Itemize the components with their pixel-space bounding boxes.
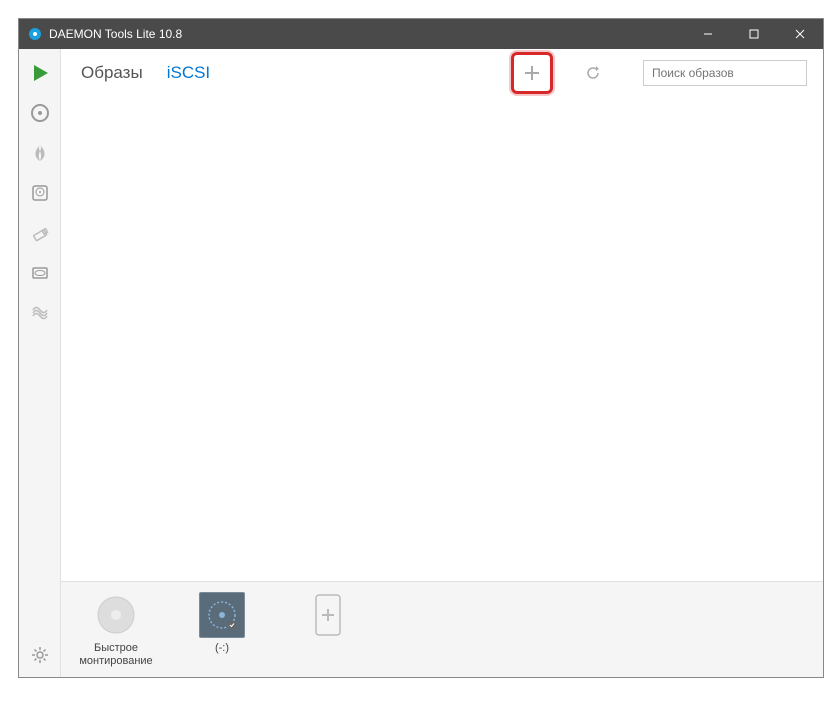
- quick-mount-icon: [93, 592, 139, 638]
- refresh-icon: [585, 65, 601, 81]
- titlebar: DAEMON Tools Lite 10.8: [19, 19, 823, 49]
- sidebar-settings-button[interactable]: [22, 637, 58, 673]
- image-list-area: [61, 97, 823, 581]
- tab-images[interactable]: Образы: [81, 63, 143, 83]
- sidebar-drive-button[interactable]: [22, 255, 58, 291]
- add-device[interactable]: [289, 592, 367, 642]
- add-device-icon: [305, 592, 351, 638]
- sidebar-play-button[interactable]: [22, 55, 58, 91]
- main-area: Образы iSCSI Быс: [61, 49, 823, 677]
- body: Образы iSCSI Быс: [19, 49, 823, 677]
- toolbar: Образы iSCSI: [61, 49, 823, 97]
- plus-icon: [523, 64, 541, 82]
- window-title: DAEMON Tools Lite 10.8: [49, 27, 685, 41]
- maximize-button[interactable]: [731, 19, 777, 49]
- sidebar-hdd-button[interactable]: [22, 175, 58, 211]
- devices-panel: Быстрое монтирование (-:): [61, 581, 823, 677]
- search-input[interactable]: [643, 60, 807, 86]
- app-icon: [27, 26, 43, 42]
- sidebar-disc-button[interactable]: [22, 95, 58, 131]
- app-window: DAEMON Tools Lite 10.8: [18, 18, 824, 678]
- add-image-button[interactable]: [516, 57, 548, 89]
- virtual-drive-label: (-:): [215, 642, 229, 655]
- sidebar: [19, 49, 61, 677]
- sidebar-usb-button[interactable]: [22, 215, 58, 251]
- sidebar-burn-button[interactable]: [22, 135, 58, 171]
- virtual-drive-1[interactable]: (-:): [183, 592, 261, 655]
- minimize-button[interactable]: [685, 19, 731, 49]
- close-button[interactable]: [777, 19, 823, 49]
- virtual-drive-icon: [199, 592, 245, 638]
- sidebar-network-button[interactable]: [22, 295, 58, 331]
- add-button-highlight: [511, 52, 553, 94]
- quick-mount-device[interactable]: Быстрое монтирование: [77, 592, 155, 668]
- refresh-button[interactable]: [579, 59, 607, 87]
- quick-mount-label: Быстрое монтирование: [77, 642, 155, 668]
- window-controls: [685, 19, 823, 49]
- tab-iscsi[interactable]: iSCSI: [167, 63, 210, 83]
